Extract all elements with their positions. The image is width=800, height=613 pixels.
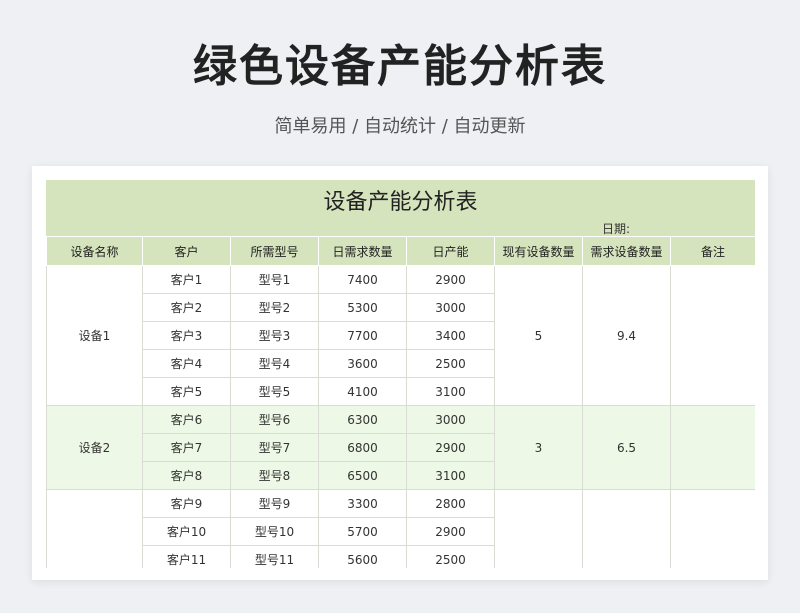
demand-cell[interactable]: 7400	[318, 265, 407, 294]
device-name-cell[interactable]	[46, 489, 143, 568]
capacity-cell[interactable]: 3400	[406, 321, 495, 350]
sheet-header: 设备产能分析表 日期:	[46, 180, 755, 236]
header-existing-equipment: 现有设备数量	[494, 236, 583, 266]
date-label: 日期:	[602, 222, 631, 236]
capacity-cell[interactable]: 2800	[406, 489, 495, 518]
model-cell[interactable]: 型号11	[230, 545, 319, 568]
demand-cell[interactable]: 6800	[318, 433, 407, 462]
demand-cell[interactable]: 6500	[318, 461, 407, 490]
customer-cell[interactable]: 客户1	[142, 265, 231, 294]
spreadsheet: 设备产能分析表 日期: 设备名称 客户 所需型号 日需求数量 日产能 现有设备数…	[46, 180, 755, 568]
capacity-cell[interactable]: 3100	[406, 377, 495, 406]
existing-equipment-cell[interactable]: 3	[494, 405, 583, 490]
table-row: 设备1 客户1 型号1 7400 2900 5 9.4	[46, 265, 755, 406]
demand-cell[interactable]: 6300	[318, 405, 407, 434]
model-cell[interactable]: 型号5	[230, 377, 319, 406]
demand-cell[interactable]: 4100	[318, 377, 407, 406]
demand-cell[interactable]: 3300	[318, 489, 407, 518]
capacity-cell[interactable]: 2900	[406, 265, 495, 294]
header-row: 设备名称 客户 所需型号 日需求数量 日产能 现有设备数量 需求设备数量 备注	[46, 236, 755, 266]
sheet-title: 设备产能分析表	[323, 190, 478, 215]
capacity-cell[interactable]: 2900	[406, 433, 495, 462]
notes-cell[interactable]	[670, 489, 755, 568]
customer-cell[interactable]: 客户7	[142, 433, 231, 462]
demand-cell[interactable]: 5700	[318, 517, 407, 546]
customer-cell[interactable]: 客户5	[142, 377, 231, 406]
demand-cell[interactable]: 5600	[318, 545, 407, 568]
model-cell[interactable]: 型号8	[230, 461, 319, 490]
demand-cell[interactable]: 7700	[318, 321, 407, 350]
model-cell[interactable]: 型号9	[230, 489, 319, 518]
required-equipment-cell[interactable]	[582, 489, 671, 568]
customer-cell[interactable]: 客户9	[142, 489, 231, 518]
header-required-equipment: 需求设备数量	[582, 236, 671, 266]
header-customer: 客户	[142, 236, 231, 266]
header-device: 设备名称	[46, 236, 143, 266]
header-model: 所需型号	[230, 236, 319, 266]
model-cell[interactable]: 型号1	[230, 265, 319, 294]
page-title: 绿色设备产能分析表	[193, 41, 607, 92]
capacity-cell[interactable]: 3100	[406, 461, 495, 490]
capacity-table: 设备名称 客户 所需型号 日需求数量 日产能 现有设备数量 需求设备数量 备注 …	[46, 236, 755, 568]
device-name-cell[interactable]: 设备1	[46, 265, 143, 406]
capacity-cell[interactable]: 3000	[406, 405, 495, 434]
page-subtitle: 简单易用 / 自动统计 / 自动更新	[274, 116, 526, 137]
customer-cell[interactable]: 客户3	[142, 321, 231, 350]
notes-cell[interactable]	[670, 265, 755, 406]
customer-cell[interactable]: 客户2	[142, 293, 231, 322]
model-cell[interactable]: 型号4	[230, 349, 319, 378]
model-cell[interactable]: 型号3	[230, 321, 319, 350]
model-cell[interactable]: 型号2	[230, 293, 319, 322]
notes-cell[interactable]	[670, 405, 755, 490]
header-notes: 备注	[670, 236, 755, 266]
existing-equipment-cell[interactable]: 5	[494, 265, 583, 406]
header-daily-capacity: 日产能	[406, 236, 495, 266]
customer-cell[interactable]: 客户6	[142, 405, 231, 434]
model-cell[interactable]: 型号10	[230, 517, 319, 546]
capacity-cell[interactable]: 2500	[406, 349, 495, 378]
existing-equipment-cell[interactable]	[494, 489, 583, 568]
model-cell[interactable]: 型号7	[230, 433, 319, 462]
capacity-cell[interactable]: 2900	[406, 517, 495, 546]
spreadsheet-card: 设备产能分析表 日期: 设备名称 客户 所需型号 日需求数量 日产能 现有设备数…	[32, 166, 768, 580]
table-row: 设备2 客户6 型号6 6300 3000 3 6.5	[46, 405, 755, 490]
customer-cell[interactable]: 客户4	[142, 349, 231, 378]
table-row: 客户9 型号9 3300 2800	[46, 489, 755, 568]
required-equipment-cell[interactable]: 9.4	[582, 265, 671, 406]
demand-cell[interactable]: 3600	[318, 349, 407, 378]
customer-cell[interactable]: 客户11	[142, 545, 231, 568]
demand-cell[interactable]: 5300	[318, 293, 407, 322]
customer-cell[interactable]: 客户10	[142, 517, 231, 546]
model-cell[interactable]: 型号6	[230, 405, 319, 434]
device-name-cell[interactable]: 设备2	[46, 405, 143, 490]
capacity-cell[interactable]: 2500	[406, 545, 495, 568]
customer-cell[interactable]: 客户8	[142, 461, 231, 490]
capacity-cell[interactable]: 3000	[406, 293, 495, 322]
header-daily-demand: 日需求数量	[318, 236, 407, 266]
required-equipment-cell[interactable]: 6.5	[582, 405, 671, 490]
